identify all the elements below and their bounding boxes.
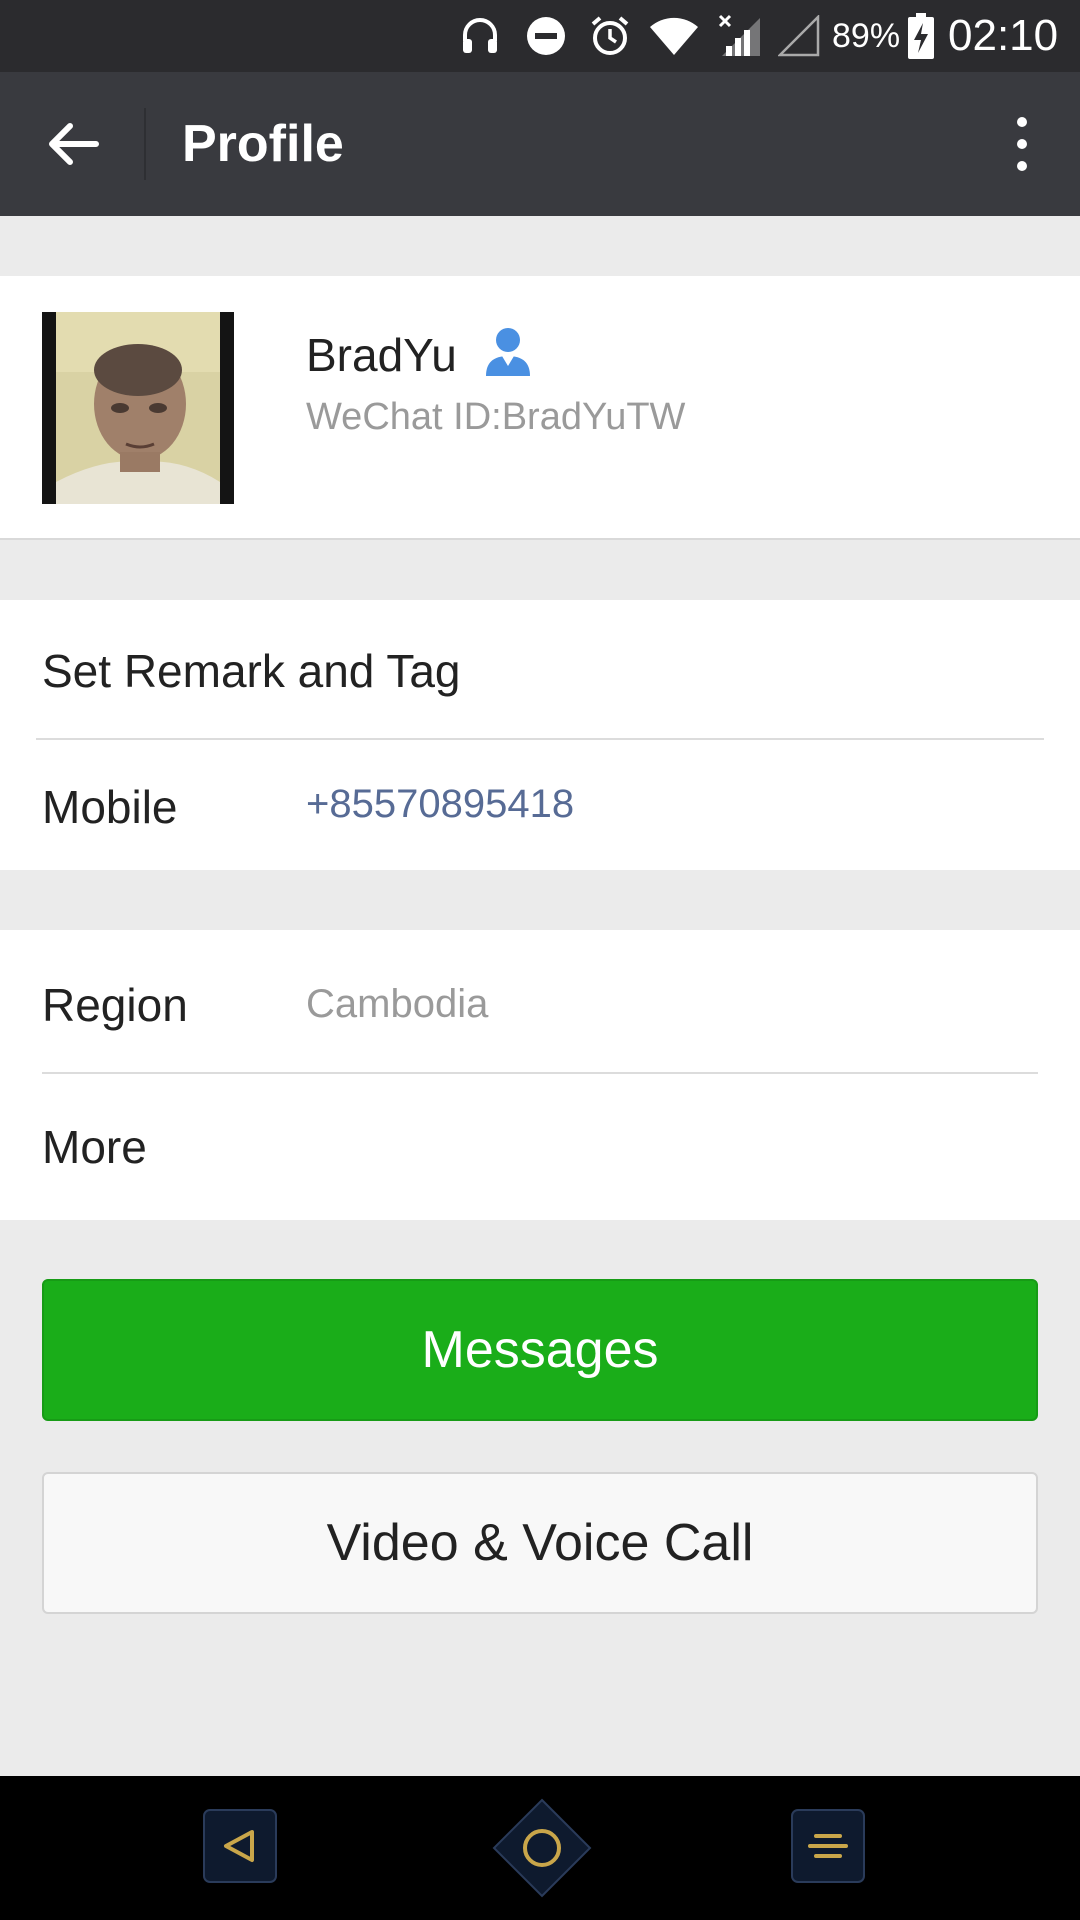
profile-name: BradYu bbox=[306, 329, 457, 381]
sim-signal-icon bbox=[776, 14, 822, 58]
more-label: More bbox=[42, 1121, 147, 1173]
app-bar-divider bbox=[144, 108, 146, 180]
more-options-button[interactable] bbox=[994, 108, 1050, 180]
region-value: Cambodia bbox=[306, 982, 489, 1026]
alarm-icon bbox=[586, 14, 634, 58]
nav-recents-button[interactable] bbox=[790, 1808, 866, 1884]
nav-back-icon bbox=[203, 1809, 277, 1883]
video-voice-call-button[interactable]: Video & Voice Call bbox=[42, 1472, 1038, 1614]
do-not-disturb-icon bbox=[522, 14, 570, 58]
wifi-icon bbox=[646, 14, 702, 58]
nav-back-button[interactable] bbox=[202, 1808, 278, 1884]
clock: 02:10 bbox=[948, 11, 1059, 60]
region-label: Region bbox=[42, 979, 188, 1031]
battery-charging-icon bbox=[906, 13, 936, 59]
wechat-id: WeChat ID:BradYuTW bbox=[306, 396, 686, 438]
more-vertical-icon-dot bbox=[1017, 139, 1027, 149]
profile-card[interactable]: BradYu WeChat ID:BradYuTW bbox=[0, 276, 1080, 540]
app-bar: Profile bbox=[0, 72, 1080, 216]
back-button[interactable] bbox=[30, 108, 114, 180]
avatar[interactable] bbox=[42, 312, 234, 504]
mobile-label: Mobile bbox=[42, 781, 178, 833]
mobile-row: Mobile +85570895418 bbox=[0, 740, 1080, 870]
battery-percentage: 89% bbox=[832, 17, 901, 55]
contact-person-icon bbox=[484, 326, 532, 378]
more-vertical-icon bbox=[1017, 117, 1027, 127]
nav-recents-icon bbox=[791, 1809, 865, 1883]
status-bar: 89% 02:10 bbox=[0, 0, 1080, 72]
mobile-signal-icon bbox=[716, 14, 764, 58]
set-remark-row[interactable]: Set Remark and Tag bbox=[0, 600, 1080, 738]
more-row[interactable]: More bbox=[0, 1074, 1080, 1220]
nav-home-button[interactable] bbox=[492, 1798, 592, 1898]
headphones-icon bbox=[456, 14, 504, 58]
more-vertical-icon-dot bbox=[1017, 161, 1027, 171]
set-remark-label: Set Remark and Tag bbox=[42, 645, 461, 697]
navigation-bar bbox=[0, 1776, 1080, 1920]
details-section: Region Cambodia More bbox=[0, 930, 1080, 1220]
page-title: Profile bbox=[182, 115, 344, 173]
region-row: Region Cambodia bbox=[0, 930, 1080, 1072]
mobile-number-link[interactable]: +85570895418 bbox=[306, 782, 574, 827]
messages-button[interactable]: Messages bbox=[42, 1279, 1038, 1421]
arrow-left-icon bbox=[49, 123, 99, 165]
info-section: Set Remark and Tag Mobile +85570895418 bbox=[0, 600, 1080, 870]
nav-home-icon bbox=[492, 1798, 592, 1898]
